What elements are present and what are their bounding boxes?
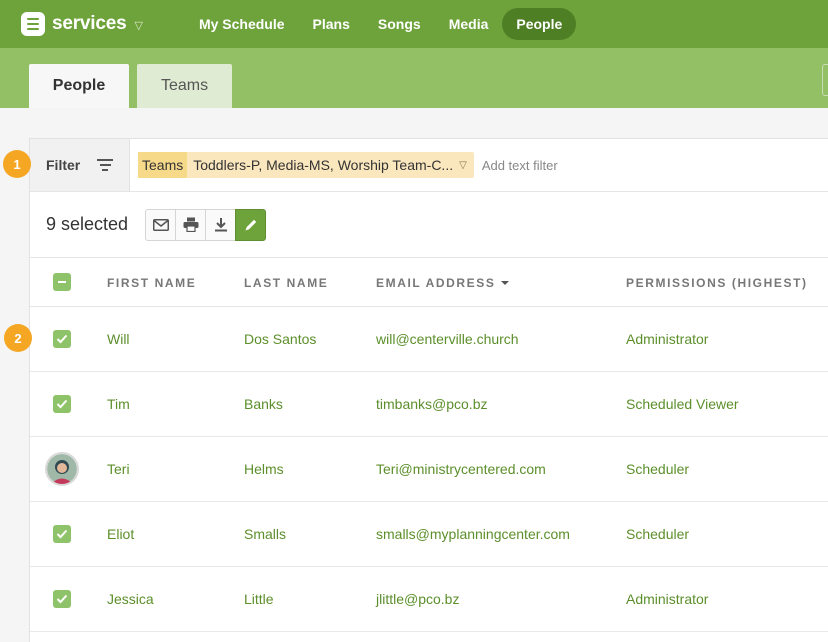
services-logo-icon xyxy=(21,12,45,36)
row-checkbox[interactable] xyxy=(53,395,71,413)
header-last-name[interactable]: LAST NAME xyxy=(244,258,328,307)
avatar[interactable] xyxy=(45,452,79,486)
last-name-cell[interactable]: Little xyxy=(244,567,274,631)
select-all-checkbox[interactable] xyxy=(53,273,71,291)
table-header: FIRST NAME LAST NAME EMAIL ADDRESS PERMI… xyxy=(30,258,828,307)
nav-media[interactable]: Media xyxy=(435,8,503,40)
selected-count: 9 selected xyxy=(46,214,129,234)
person-photo-icon xyxy=(47,454,77,484)
selection-bar: 9 selected xyxy=(30,192,828,258)
download-button[interactable] xyxy=(205,208,237,241)
filter-button[interactable]: Filter xyxy=(30,139,130,191)
add-text-filter-input[interactable]: Add text filter xyxy=(482,158,558,173)
header-search-box[interactable] xyxy=(822,64,828,96)
print-icon xyxy=(183,217,199,232)
email-cell[interactable]: smalls@myplanningcenter.com xyxy=(376,502,570,566)
permission-cell[interactable]: Scheduler xyxy=(626,437,689,501)
filter-lines-icon xyxy=(97,159,114,171)
header-first-name[interactable]: FIRST NAME xyxy=(107,258,196,307)
teams-filter-chip[interactable]: Teams Toddlers-P, Media-MS, Worship Team… xyxy=(138,152,474,178)
first-name-cell[interactable]: Teri xyxy=(107,437,130,501)
filter-label: Filter xyxy=(46,157,81,173)
first-name-cell[interactable]: Eliot xyxy=(107,502,134,566)
callout-badge-1: 1 xyxy=(3,150,31,178)
callout-badge-2: 2 xyxy=(4,324,32,352)
edit-button[interactable] xyxy=(235,208,267,241)
email-cell[interactable]: jlittle@pco.bz xyxy=(376,567,459,631)
email-cell[interactable]: will@centerville.church xyxy=(376,307,519,371)
nav-my-schedule[interactable]: My Schedule xyxy=(185,8,299,40)
checkmark-icon xyxy=(56,334,68,344)
bulk-actions xyxy=(145,208,267,241)
checkmark-icon xyxy=(56,399,68,409)
email-button[interactable] xyxy=(145,208,177,241)
chevron-down-icon: ▽ xyxy=(134,19,143,32)
minus-icon xyxy=(58,281,66,283)
permission-cell[interactable]: Scheduled Viewer xyxy=(626,372,739,436)
nav-people[interactable]: People xyxy=(502,8,577,40)
last-name-cell[interactable]: Helms xyxy=(244,437,284,501)
first-name-cell[interactable]: Will xyxy=(107,307,130,371)
filter-bar: Filter Teams Toddlers-P, Media-MS, Worsh… xyxy=(30,139,828,192)
checkmark-icon xyxy=(56,594,68,604)
table-row[interactable]: Tim Banks timbanks@pco.bz Scheduled View… xyxy=(30,372,828,437)
print-button[interactable] xyxy=(175,208,207,241)
sub-header: People Teams xyxy=(0,48,828,108)
app-switcher[interactable]: services ▽ xyxy=(21,12,143,36)
tab-people[interactable]: People xyxy=(29,64,129,108)
header-permissions[interactable]: PERMISSIONS (HIGHEST) xyxy=(626,258,808,307)
last-name-cell[interactable]: Dos Santos xyxy=(244,307,316,371)
download-icon xyxy=(214,218,227,232)
people-panel: Filter Teams Toddlers-P, Media-MS, Worsh… xyxy=(29,138,828,642)
first-name-cell[interactable]: Jessica xyxy=(107,567,154,631)
email-cell[interactable]: Teri@ministrycentered.com xyxy=(376,437,546,501)
permission-cell[interactable]: Scheduler xyxy=(626,502,689,566)
permission-cell[interactable]: Administrator xyxy=(626,307,708,371)
table-row[interactable]: Will Dos Santos will@centerville.church … xyxy=(30,307,828,372)
email-cell[interactable]: timbanks@pco.bz xyxy=(376,372,487,436)
app-name: services xyxy=(52,13,127,34)
nav-songs[interactable]: Songs xyxy=(364,8,435,40)
row-checkbox[interactable] xyxy=(53,525,71,543)
last-name-cell[interactable]: Smalls xyxy=(244,502,286,566)
top-nav: services ▽ My Schedule Plans Songs Media… xyxy=(0,0,828,48)
nav-links: My Schedule Plans Songs Media People xyxy=(185,8,577,40)
chip-key: Teams xyxy=(138,152,188,178)
nav-plans[interactable]: Plans xyxy=(299,8,364,40)
mail-icon xyxy=(152,218,169,231)
checkmark-icon xyxy=(56,529,68,539)
table-row[interactable]: Jessica Little jlittle@pco.bz Administra… xyxy=(30,567,828,632)
header-email[interactable]: EMAIL ADDRESS xyxy=(376,258,510,307)
chevron-down-icon: ▽ xyxy=(459,159,467,171)
row-checkbox[interactable] xyxy=(53,590,71,608)
last-name-cell[interactable]: Banks xyxy=(244,372,283,436)
header-email-label: EMAIL ADDRESS xyxy=(376,275,496,290)
permission-cell[interactable]: Administrator xyxy=(626,567,708,631)
table-row[interactable]: Teri Helms Teri@ministrycentered.com Sch… xyxy=(30,437,828,502)
table-row[interactable]: Eliot Smalls smalls@myplanningcenter.com… xyxy=(30,502,828,567)
pencil-icon xyxy=(245,219,256,230)
sort-desc-icon xyxy=(501,280,510,285)
row-checkbox[interactable] xyxy=(53,330,71,348)
tab-teams[interactable]: Teams xyxy=(137,64,232,108)
chip-value: Toddlers-P, Media-MS, Worship Team-C... xyxy=(193,157,454,173)
first-name-cell[interactable]: Tim xyxy=(107,372,130,436)
